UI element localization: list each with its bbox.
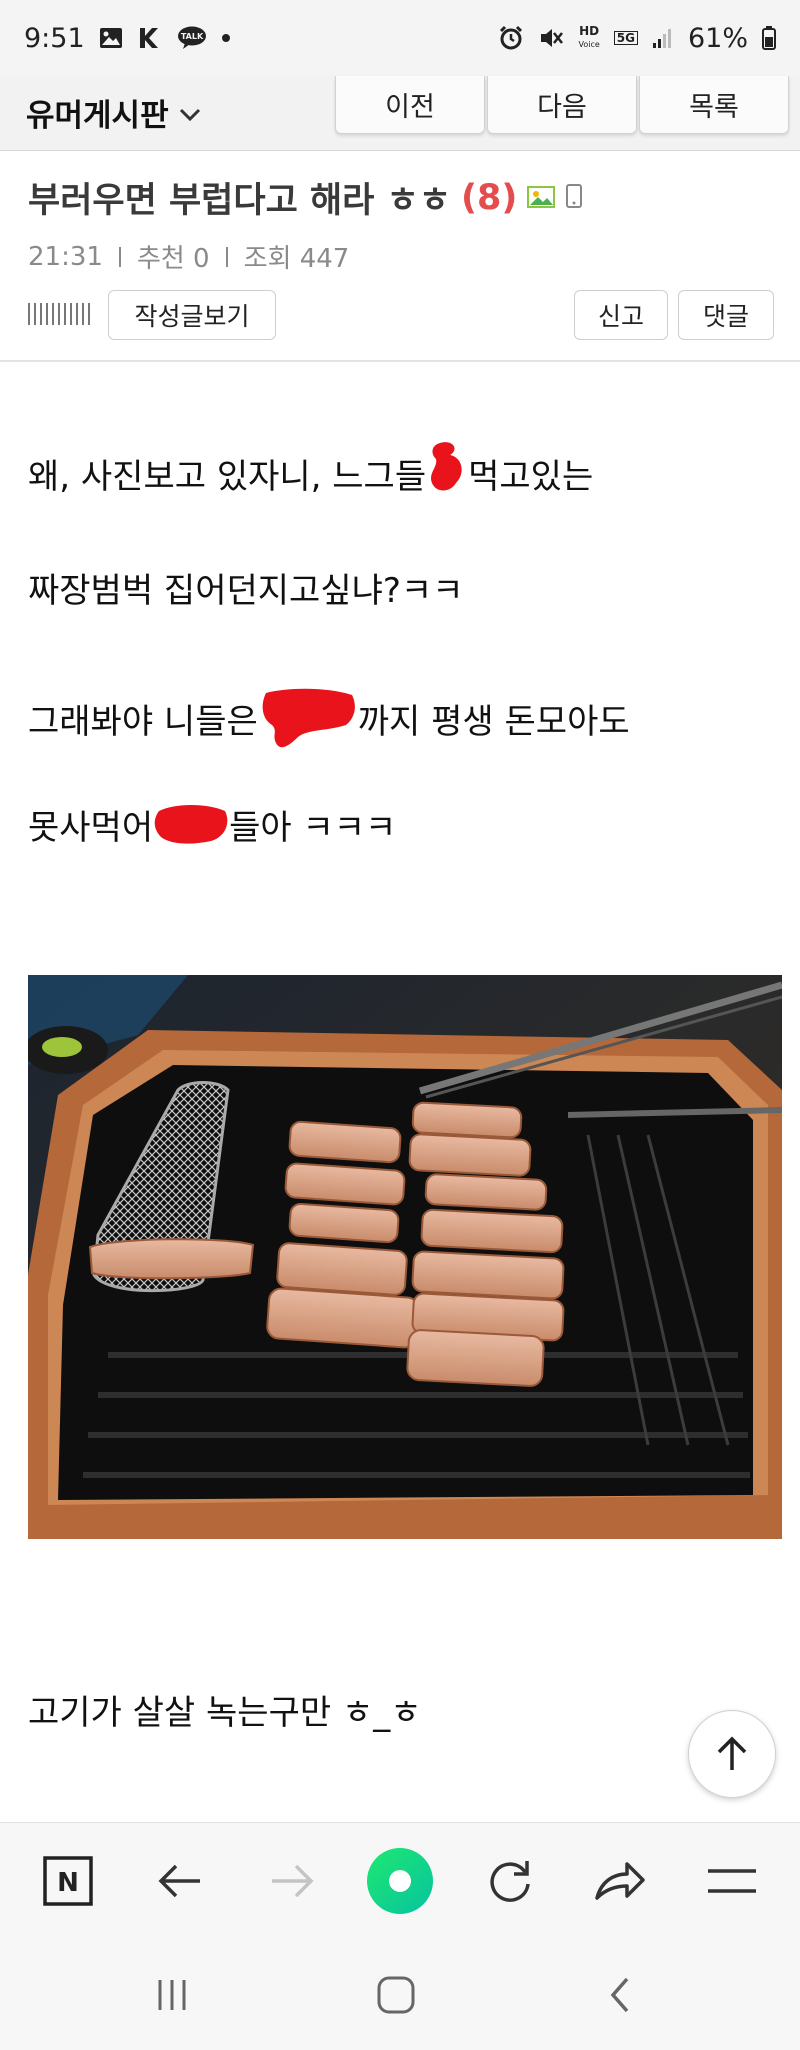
mobile-post-icon [565, 178, 583, 218]
home-icon[interactable] [366, 1970, 426, 2020]
body-text: 까지 평생 돈모아도 [357, 701, 630, 742]
scroll-to-top-button[interactable] [688, 1710, 776, 1798]
svg-text:TALK: TALK [180, 32, 203, 41]
svg-text:N: N [57, 1868, 79, 1898]
author-nickname-bars[interactable] [28, 303, 90, 325]
post-nav: 이전 다음 목록 [335, 76, 791, 134]
body-text: 먹고있는 [468, 456, 594, 497]
body-text: 못사먹어 [28, 807, 154, 848]
post-caption: 고기가 살살 녹는구만 ㅎ_ㅎ [28, 1693, 422, 1733]
back-icon[interactable] [590, 1970, 650, 2020]
prev-button[interactable]: 이전 [335, 76, 485, 134]
refresh-icon[interactable] [472, 1843, 548, 1919]
battery-icon [762, 26, 776, 50]
forward-arrow-icon[interactable] [254, 1843, 330, 1919]
post-title: 부러우면 부럽다고 해라 ㅎㅎ (8) [28, 172, 583, 223]
view-posts-button[interactable]: 작성글보기 [108, 290, 276, 340]
body-text: 그래봐야 니들은 [28, 701, 258, 742]
mute-icon [538, 25, 564, 51]
battery-percent: 61% [687, 22, 748, 54]
hd-voice-icon: HD Voice [578, 25, 599, 51]
hd-label: HD [579, 24, 600, 38]
arrow-up-icon [717, 1736, 747, 1770]
next-button[interactable]: 다음 [487, 76, 637, 134]
divider [0, 360, 800, 362]
recommend-count: 추천 0 [136, 244, 210, 274]
share-icon[interactable] [582, 1843, 658, 1919]
body-text: 짜장범벅 집어던지고싶냐?ㅋㅋ [28, 571, 464, 611]
report-button[interactable]: 신고 [574, 290, 668, 340]
green-home-icon[interactable] [362, 1843, 438, 1919]
browser-toolbar: N [0, 1822, 800, 1941]
list-button[interactable]: 목록 [639, 76, 789, 134]
body-line-2: 짜장범벅 집어던지고싶냐?ㅋㅋ [28, 563, 464, 612]
status-right: HD Voice 5G 61% [498, 23, 776, 54]
voice-label: Voice [578, 40, 600, 49]
chevron-down-icon [179, 94, 201, 130]
post-title-text: 부러우면 부럽다고 해라 ㅎㅎ [28, 181, 451, 221]
talk-icon: TALK [177, 26, 207, 50]
status-left: 9:51 TALK [24, 23, 231, 54]
body-text: 들아 ㅋㅋㅋ [229, 807, 397, 848]
meta-separator [225, 246, 228, 267]
post-time: 21:31 [28, 241, 103, 272]
board-selector[interactable]: 유머게시판 [26, 84, 201, 140]
redaction-mark [258, 681, 358, 755]
system-nav-bar [0, 1940, 800, 2050]
menu-icon[interactable] [694, 1843, 770, 1919]
comment-count[interactable]: (8) [461, 178, 517, 218]
body-line-4: 못사먹어 들아 ㅋㅋㅋ [28, 799, 396, 849]
meta-separator [118, 246, 121, 267]
post-meta: 21:31 추천 0 조회 447 [28, 238, 349, 275]
body-text: 왜, 사진보고 있자니, 느그들 [28, 456, 427, 497]
board-title: 유머게시판 [26, 97, 169, 134]
dot-icon [221, 33, 231, 43]
5g-icon: 5G [613, 31, 638, 45]
board-header: 유머게시판 이전 다음 목록 [0, 76, 800, 151]
k-logo-icon [137, 26, 163, 50]
status-bar: 9:51 TALK HD Voice 5G 61% [0, 0, 800, 76]
image-icon [99, 27, 123, 49]
author-row: 작성글보기 신고 댓글 [28, 290, 774, 340]
naver-n-icon[interactable]: N [30, 1843, 106, 1919]
recent-apps-icon[interactable] [142, 1970, 202, 2020]
redaction-mark [426, 442, 468, 501]
alarm-icon [498, 25, 524, 51]
post-photo[interactable] [28, 975, 782, 1539]
signal-icon [652, 27, 674, 49]
view-count: 조회 447 [243, 244, 350, 274]
comment-button[interactable]: 댓글 [678, 290, 774, 340]
clock: 9:51 [24, 22, 85, 54]
back-arrow-icon[interactable] [142, 1843, 218, 1919]
redaction-mark [153, 799, 229, 849]
body-line-1: 왜, 사진보고 있자니, 느그들 먹고있는 [28, 442, 594, 501]
image-attached-icon [527, 178, 556, 218]
body-line-3: 그래봐야 니들은 까지 평생 돈모아도 [28, 681, 630, 755]
